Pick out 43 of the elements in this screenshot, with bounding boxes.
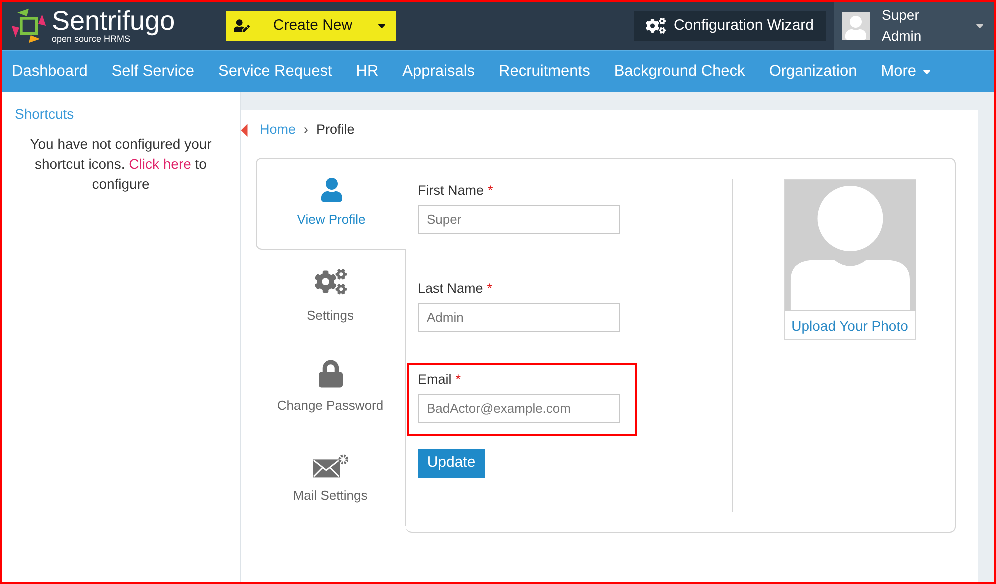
profile-tab[interactable]: Settings xyxy=(256,250,406,342)
logo-icon xyxy=(10,7,48,45)
breadcrumb-current: Profile xyxy=(316,120,355,139)
update-button[interactable]: Update xyxy=(418,449,485,478)
settings-icon xyxy=(646,16,666,36)
create-new-button[interactable]: Create New xyxy=(226,11,396,41)
logo-name: Sentrifugo xyxy=(52,8,176,35)
logo-tagline: open source HRMS xyxy=(52,35,131,44)
collapse-arrow-icon[interactable] xyxy=(241,124,248,136)
shortcut-message: You have not configured your shortcut icons. Click here to configure xyxy=(29,135,213,194)
text-field[interactable]: Super xyxy=(418,205,620,234)
field-label: Last Name xyxy=(418,280,484,298)
sidebar-title: Shortcuts xyxy=(15,105,76,124)
nav-link[interactable]: Self Service xyxy=(112,60,195,84)
edit-icon xyxy=(234,18,250,34)
user-menu[interactable]: Super Admin xyxy=(834,2,994,50)
profile-tab[interactable]: Change Password xyxy=(256,342,406,434)
mail-gear-icon xyxy=(312,454,348,478)
more-menu[interactable]: More xyxy=(881,60,933,84)
breadcrumb-home[interactable]: Home xyxy=(260,120,296,140)
nav-link[interactable]: Background Check xyxy=(614,60,746,84)
profile-tab[interactable]: Mail Settings xyxy=(256,434,406,526)
nav-link[interactable]: Appraisals xyxy=(402,60,476,84)
profile-tab[interactable]: View Profile xyxy=(256,158,406,250)
configuration-wizard-button[interactable]: Configuration Wizard xyxy=(634,11,826,41)
nav-link[interactable]: Recruitments xyxy=(499,60,590,84)
breadcrumb-separator: › xyxy=(303,120,310,139)
lock-icon xyxy=(318,360,342,388)
nav-link[interactable]: Service Request xyxy=(218,60,332,84)
nav-link[interactable]: Organization xyxy=(769,60,858,84)
required-mark: * xyxy=(487,280,493,298)
required-mark: * xyxy=(456,371,462,389)
person-icon xyxy=(320,178,344,202)
upload-photo-link[interactable]: Upload Your Photo xyxy=(785,316,915,337)
click-here-link[interactable]: Click here xyxy=(129,156,192,172)
avatar-icon xyxy=(842,12,870,40)
nav-link[interactable]: Dashboard xyxy=(12,60,88,84)
required-mark: * xyxy=(488,182,494,200)
text-field[interactable]: BadActor@example.com xyxy=(418,394,620,424)
field-label: First Name xyxy=(418,182,484,200)
text-field[interactable]: Admin xyxy=(418,303,620,332)
field-label: Email xyxy=(418,371,452,389)
nav-link[interactable]: HR xyxy=(356,60,379,84)
